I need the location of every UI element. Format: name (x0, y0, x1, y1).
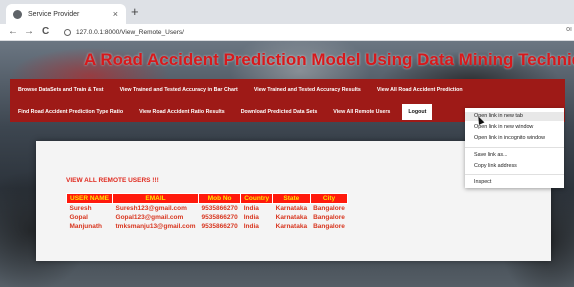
ctx-save-link[interactable]: Save link as... (474, 152, 508, 158)
section-heading: VIEW ALL REMOTE USERS !!! (66, 177, 159, 184)
nav-all-predictions[interactable]: View All Road Accident Prediction (377, 87, 463, 93)
users-table: USER NAME EMAIL Mob No Country State Cit… (65, 193, 349, 231)
cell-user-name: Suresh (69, 205, 92, 212)
col-country: Country (240, 193, 274, 204)
table-row: Manjunath tmksmanju13@gmail.com 95358662… (67, 222, 348, 231)
col-email: EMAIL (112, 193, 200, 204)
address-bar[interactable]: 127.0.0.1:8000/View_Remote_Users/ (64, 26, 564, 38)
col-mob-no: Mob No (198, 193, 242, 204)
table-row: Suresh Suresh123@gmail.com 9535866270 In… (67, 204, 348, 214)
cell-city: Bangalore (313, 214, 345, 221)
table-header-row: USER NAME EMAIL Mob No Country State Cit… (65, 193, 349, 204)
browser-tabstrip: Service Provider × + (0, 0, 574, 24)
cell-city: Bangalore (313, 223, 345, 230)
menu-divider (465, 174, 564, 175)
cell-user-name: Manjunath (69, 223, 103, 230)
cell-state: Karnataka (275, 223, 308, 230)
nav-row-1: Browse DataSets and Train & Test View Tr… (10, 79, 565, 100)
cell-email: Gopal123@gmail.com (115, 214, 184, 221)
col-city: City (309, 193, 349, 204)
nav-prediction-type-ratio[interactable]: Find Road Accident Prediction Type Ratio (18, 109, 123, 115)
browser-toolbar: ← → C 127.0.0.1:8000/View_Remote_Users/ … (0, 24, 574, 41)
col-user-name: USER NAME (65, 193, 114, 204)
globe-icon (13, 9, 22, 19)
cell-user-name: Gopal (69, 214, 88, 221)
cell-country: India (243, 214, 259, 221)
logout-link[interactable]: Logout (402, 103, 433, 120)
new-tab-icon[interactable]: + (131, 5, 139, 19)
menu-divider (465, 147, 564, 148)
nav-accuracy-bar-chart[interactable]: View Trained and Tested Accuracy in Bar … (120, 87, 238, 93)
back-arrow-icon[interactable]: ← (8, 25, 18, 39)
cell-state: Karnataka (275, 205, 308, 212)
nav-ratio-results[interactable]: View Road Accident Ratio Results (139, 109, 225, 115)
col-state: State (272, 193, 311, 204)
tab-title: Service Provider (28, 10, 80, 18)
nav-remote-users[interactable]: View All Remote Users (333, 109, 390, 115)
ctx-open-incognito[interactable]: Open link in incognito window (474, 135, 545, 141)
nav-browse-datasets[interactable]: Browse DataSets and Train & Test (18, 87, 104, 93)
cell-mob-no: 9535866270 (201, 205, 238, 212)
url-text[interactable]: 127.0.0.1:8000/View_Remote_Users/ (76, 29, 184, 36)
close-tab-icon[interactable]: × (113, 9, 118, 19)
nav-download-datasets[interactable]: Download Predicted Data Sets (241, 109, 318, 115)
ctx-copy-link[interactable]: Copy link address (474, 163, 517, 169)
info-icon[interactable] (64, 28, 71, 36)
reload-icon[interactable]: C (42, 25, 49, 39)
cell-city: Bangalore (313, 205, 345, 212)
browser-tab[interactable]: Service Provider × (6, 4, 126, 24)
cell-mob-no: 9535866270 (201, 223, 238, 230)
nav-accuracy-results[interactable]: View Trained and Tested Accuracy Results (254, 87, 361, 93)
forward-arrow-icon[interactable]: → (24, 25, 34, 39)
page-title: A Road Accident Prediction Model Using D… (84, 50, 574, 69)
ctx-open-new-window[interactable]: Open link in new window (474, 124, 533, 130)
cell-email: Suresh123@gmail.com (115, 205, 187, 212)
browser-menu-icon[interactable]: oı (566, 26, 572, 33)
ctx-inspect[interactable]: Inspect (474, 179, 491, 185)
table-row: Gopal Gopal123@gmail.com 9535866270 Indi… (67, 213, 348, 222)
cell-country: India (243, 205, 259, 212)
cell-state: Karnataka (275, 214, 308, 221)
cell-country: India (243, 223, 259, 230)
cell-mob-no: 9535866270 (201, 214, 238, 221)
cell-email: tmksmanju13@gmail.com (115, 223, 196, 230)
